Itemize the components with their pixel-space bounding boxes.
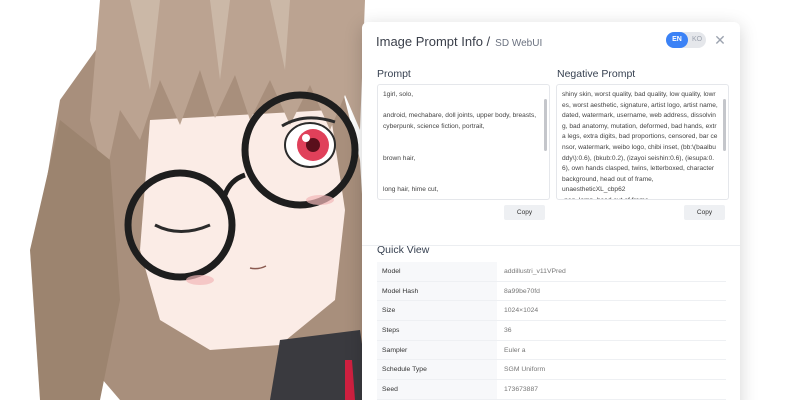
table-row: Size 1024×1024	[377, 301, 726, 322]
image-prompt-info-panel: Image Prompt Info / SD WebUI EN KO ✕ Pro…	[362, 22, 740, 400]
prompt-text-line	[383, 164, 539, 175]
row-value: 173673887	[504, 386, 539, 394]
row-value: addillustri_v11VPred	[504, 268, 566, 275]
prompt-text-line	[383, 143, 539, 154]
prompt-label: Prompt	[377, 68, 411, 80]
table-row: Schedule Type SGM Uniform	[377, 360, 726, 381]
row-key: Seed	[377, 380, 497, 399]
prompt-text-line: android, mechabare, doll joints, upper b…	[383, 112, 537, 120]
row-value: 8a99be70fd	[504, 287, 540, 295]
lang-ko-option[interactable]: KO	[688, 32, 706, 48]
negative-prompt-text-line: dated, watermark, username, web address,…	[562, 112, 716, 120]
prompt-text-line	[383, 175, 539, 186]
row-key: Steps	[377, 321, 497, 340]
language-toggle[interactable]: EN KO	[666, 32, 706, 48]
table-row: Steps 36	[377, 321, 726, 341]
row-key: Schedule Type	[377, 360, 497, 380]
row-key: Model	[377, 262, 497, 281]
panel-title: Image Prompt Info /	[376, 34, 491, 49]
prompt-textarea[interactable]: 1girl, solo, android, mechabare, doll joi…	[377, 84, 550, 200]
close-icon[interactable]: ✕	[713, 32, 727, 48]
table-row: Model addillustri_v11VPred	[377, 262, 726, 282]
row-key: Sampler	[377, 340, 497, 360]
panel-header: Image Prompt Info / SD WebUI	[376, 34, 542, 54]
row-value: Euler a	[504, 346, 526, 354]
negative-prompt-text-line: background, head out of frame, unaesthet…	[562, 175, 654, 194]
prompt-text-line: brown hair,	[383, 154, 416, 162]
negative-prompt-text-line: -neg, lamp, head out of frame	[562, 196, 718, 199]
negative-prompt-text-line: es, worst aesthetic, signature, artist l…	[562, 101, 718, 109]
prompt-text-line: long hair, hime cut,	[383, 186, 439, 194]
table-row: Seed 173673887	[377, 380, 726, 400]
row-value: SGM Uniform	[504, 366, 546, 374]
negative-prompt-copy-button[interactable]: Copy	[684, 205, 725, 220]
negative-prompt-text-line: shiny skin, worst quality, bad quality, …	[562, 91, 716, 98]
prompt-text-line	[383, 132, 539, 143]
panel-subtitle: SD WebUI	[495, 38, 543, 49]
row-value: 36	[504, 327, 512, 335]
negative-prompt-text-line: nsor, watermark, weibo logo, chibi inset…	[562, 143, 716, 151]
negative-prompt-textarea[interactable]: shiny skin, worst quality, bad quality, …	[556, 84, 729, 200]
prompt-text-line	[383, 196, 539, 199]
lang-en-option[interactable]: EN	[666, 32, 688, 48]
prompt-text-line: 1girl, solo,	[383, 91, 414, 98]
negative-prompt-text-line: g, bad anatomy, mutation, deformed, bad …	[562, 122, 717, 130]
table-row: Model Hash 8a99be70fd	[377, 281, 726, 302]
quick-view-table: Model addillustri_v11VPred Model Hash 8a…	[377, 262, 726, 400]
quick-view-title: Quick View	[377, 244, 430, 256]
prompt-scrollbar[interactable]	[544, 99, 547, 151]
table-row: Sampler Euler a	[377, 340, 726, 361]
prompt-text-line	[383, 101, 539, 112]
negative-prompt-text-line: ddy\):0.6), (bkub:0.2), (izayoi seishin:…	[562, 154, 715, 162]
negative-prompt-label: Negative Prompt	[557, 68, 636, 80]
row-key: Model Hash	[377, 281, 497, 301]
negative-prompt-text-line: 6), own hands clasped, twins, letterboxe…	[562, 165, 715, 173]
row-key: Size	[377, 301, 497, 321]
prompt-copy-button[interactable]: Copy	[504, 205, 545, 220]
prompt-text-line: cyberpunk, science fiction, portrait,	[383, 122, 485, 130]
row-value: 1024×1024	[504, 307, 539, 315]
negative-prompt-text-line: a legs, extra digits, bad proportions, c…	[562, 133, 718, 141]
negative-prompt-scrollbar[interactable]	[723, 99, 726, 151]
